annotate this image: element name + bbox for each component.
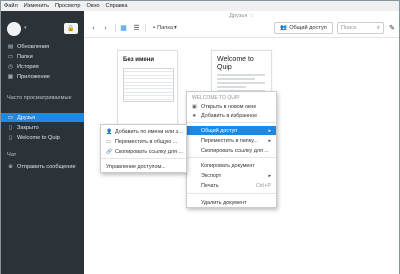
folder-icon: ▭: [106, 138, 111, 145]
menu-item-copy-link[interactable]: 🔗 Скопировать ссылку для ...: [101, 147, 186, 156]
doc-card-title: Без имени: [123, 57, 155, 63]
share-submenu: 👤 Добавить по имени или э... ▭ Перемести…: [100, 124, 187, 173]
spreadsheet-thumbnail: [123, 68, 174, 102]
list-view-icon[interactable]: ☰: [132, 23, 141, 33]
sidebar-item-label: Отправить сообщение: [17, 163, 76, 170]
sidebar-item-welcome[interactable]: ▯ Welcome to Quip: [1, 133, 84, 142]
search-icon: ⌕: [376, 24, 380, 31]
app-window: Файл Изменить Просмотр Окно Справка ▾ 🔒 …: [0, 0, 400, 274]
folder-icon: ▪: [153, 25, 156, 31]
grid-icon: ▦: [7, 73, 14, 80]
menu-item-manage-access[interactable]: Управление доступом...: [101, 162, 186, 171]
menu-item-copy-link[interactable]: Скопировать ссылку для ...: [187, 146, 276, 155]
doc-card-untitled[interactable]: Без имени: [117, 50, 178, 132]
sidebar-item-label: Welcome to Quip: [17, 134, 60, 141]
star-icon[interactable]: ☆: [249, 13, 254, 19]
menu-window[interactable]: Окно: [87, 3, 100, 9]
menu-bar: Файл Изменить Просмотр Окно Справка: [1, 1, 399, 11]
folder-dropdown[interactable]: ▪ Папка ▾: [148, 23, 182, 33]
menu-item-add-favorite[interactable]: ★ Добавить в избранное: [187, 111, 276, 120]
sidebar-item-label: Папки: [17, 53, 33, 60]
forward-button[interactable]: ›: [101, 23, 110, 33]
menu-item-move-shared[interactable]: ▭ Переместить в общую ...: [101, 137, 186, 146]
menu-divider: [101, 158, 186, 159]
sidebar-item-label: Приложение: [17, 73, 50, 80]
share-button[interactable]: 👥 Общий доступ: [274, 22, 333, 34]
menu-item-open-new-window[interactable]: ▣ Открыть в новом окне: [187, 102, 276, 111]
menu-divider: [187, 122, 276, 123]
plus-icon: ⊕: [8, 163, 13, 170]
sidebar-item-label: Друзья: [17, 114, 36, 121]
folder-icon: ▭: [7, 53, 14, 60]
menu-file[interactable]: Файл: [4, 3, 18, 9]
lock-icon[interactable]: 🔒: [64, 23, 78, 34]
grid-view-icon[interactable]: ▦: [119, 23, 128, 33]
menu-item-print[interactable]: Печать Ctrl+P: [187, 181, 276, 190]
sidebar: ▾ 🔒 ▤ Обновления ▭ Папки ◷ История ▦ При…: [1, 11, 84, 274]
chevron-right-icon: ▸: [268, 127, 271, 134]
divider: [115, 24, 116, 32]
chevron-right-icon: ▸: [268, 172, 271, 179]
sidebar-item-label: Обновления: [17, 43, 50, 50]
link-icon: 🔗: [106, 148, 113, 155]
sidebar-item-label: Закрыто: [17, 124, 39, 131]
section-chat-label: Чат: [7, 152, 17, 158]
menu-help[interactable]: Справка: [106, 3, 128, 9]
menu-view[interactable]: Просмотр: [55, 3, 81, 9]
window-icon: ▣: [192, 103, 197, 110]
sidebar-item-friends[interactable]: ▭ Друзья: [1, 113, 84, 122]
menu-divider: [187, 157, 276, 158]
inbox-icon: ▤: [7, 43, 14, 50]
menu-item-sharing[interactable]: Общий доступ ▸: [187, 126, 276, 135]
folder-icon: ▭: [7, 114, 14, 121]
chevron-right-icon: ▸: [268, 137, 271, 144]
menu-item-export[interactable]: Экспорт ▸: [187, 171, 276, 180]
sidebar-item-apps[interactable]: ▦ Приложение: [1, 72, 84, 81]
doc-card-title: Welcome to Quip: [217, 56, 254, 71]
sidebar-item-updates[interactable]: ▤ Обновления: [1, 42, 84, 51]
sidebar-item-history[interactable]: ◷ История: [1, 62, 84, 71]
search-input[interactable]: Поиск ⌕: [337, 22, 384, 34]
compose-icon[interactable]: ✎: [387, 22, 397, 34]
context-menu-header: WELCOME TO QUIP: [192, 94, 240, 101]
menu-edit[interactable]: Изменить: [24, 3, 49, 9]
chevron-down-icon[interactable]: ▾: [24, 25, 27, 31]
section-frequent-label: Часто просматриваемые: [7, 95, 72, 101]
people-icon: 👥: [280, 25, 288, 31]
person-icon: 👤: [106, 128, 113, 135]
menu-item-copy-document[interactable]: Копировать документ: [187, 161, 276, 170]
chevron-down-icon: ▾: [174, 25, 177, 31]
menu-divider: [187, 193, 276, 194]
doc-icon: ▯: [8, 124, 13, 131]
sidebar-item-folders[interactable]: ▭ Папки: [1, 52, 84, 61]
sidebar-item-send-message[interactable]: ⊕ Отправить сообщение: [1, 162, 84, 171]
avatar[interactable]: [7, 22, 21, 36]
menu-item-move-folder[interactable]: Переместить в папку... ▸: [187, 136, 276, 145]
page-title: Друзья ☆: [229, 13, 254, 19]
divider: [145, 24, 146, 32]
shortcut-label: Ctrl+P: [255, 182, 271, 189]
context-menu: WELCOME TO QUIP ▣ Открыть в новом окне ★…: [186, 91, 277, 208]
doc-icon: ▯: [8, 134, 13, 141]
star-icon: ★: [192, 112, 197, 119]
menu-item-add-by-name[interactable]: 👤 Добавить по имени или э...: [101, 127, 186, 136]
sidebar-item-label: История: [17, 63, 39, 70]
menu-item-delete-document[interactable]: Удалить документ: [187, 198, 276, 207]
toolbar: Друзья ☆ ‹ › ▦ ☰ ▪ Папка ▾ 👥 Общий досту…: [84, 11, 399, 38]
clock-icon: ◷: [8, 63, 13, 70]
back-button[interactable]: ‹: [89, 23, 98, 33]
sidebar-item-closed[interactable]: ▯ Закрыто: [1, 123, 84, 132]
